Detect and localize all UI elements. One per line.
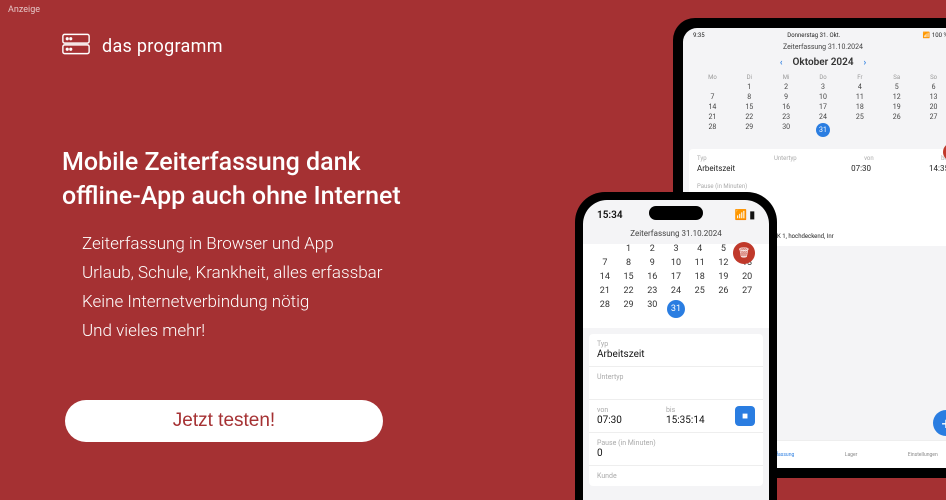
ad-container: Anzeige das programm Mobile Zeiterfassun…: [0, 0, 946, 500]
server-icon: [62, 32, 90, 60]
chevron-left-icon[interactable]: ‹: [780, 58, 783, 68]
phone-page-title: Zeiterfassung 31.10.2024: [583, 225, 769, 244]
feature-item: Zeiterfassung in Browser und App: [82, 230, 383, 259]
tablet-bis-value[interactable]: 14:35: [929, 164, 946, 173]
tablet-calendar[interactable]: MoDiMiDoFrSaSo 123456 78910111213 141516…: [683, 74, 946, 145]
nav-item[interactable]: Lager: [845, 452, 858, 458]
phone-entry-card: 🗑 Typ Arbeitszeit Untertyp von 07:30 bis…: [589, 334, 763, 486]
add-button[interactable]: +: [933, 410, 946, 436]
tablet-von-value[interactable]: 07:30: [851, 164, 871, 173]
tablet-status-bar: 9:35 Donnerstag 31. Okt. 📶 100 % ■: [683, 28, 946, 41]
nav-item[interactable]: Einstellungen: [908, 452, 938, 458]
phone-bis-value[interactable]: 15:35:14: [666, 415, 715, 426]
tablet-status-time: 9:35: [693, 32, 705, 39]
phone-clock: 15:34: [597, 210, 623, 221]
phone-mockup: 15:34 📶 ▮ Zeiterfassung 31.10.2024 12345…: [575, 192, 777, 500]
phone-status-icons: 📶 ▮: [735, 210, 755, 221]
ad-label: Anzeige: [8, 5, 40, 15]
brand: das programm: [62, 32, 223, 60]
phone-typ-value[interactable]: Arbeitszeit: [597, 349, 755, 360]
phone-pause-value[interactable]: 0: [597, 448, 755, 459]
headline: Mobile Zeiterfassung dank offline-App au…: [62, 146, 401, 214]
feature-item: Urlaub, Schule, Krankheit, alles erfassb…: [82, 259, 383, 288]
phone-notch: [649, 206, 703, 220]
tablet-page-title: Zeiterfassung 31.10.2024: [683, 41, 946, 55]
phone-selected-day[interactable]: 31: [667, 300, 685, 318]
tablet-month-label: Oktober 2024: [793, 57, 854, 68]
headline-line2: offline-App auch ohne Internet: [62, 180, 401, 214]
tablet-status-date: Donnerstag 31. Okt.: [787, 32, 840, 39]
phone-screen: 15:34 📶 ▮ Zeiterfassung 31.10.2024 12345…: [583, 200, 769, 500]
now-button[interactable]: ■: [735, 406, 755, 426]
feature-item: Keine Internetverbindung nötig: [82, 288, 383, 317]
trash-icon[interactable]: 🗑: [733, 242, 755, 264]
tablet-month-header: ‹ Oktober 2024 ›: [683, 55, 946, 74]
feature-list: Zeiterfassung in Browser und App Urlaub,…: [82, 230, 383, 346]
brand-text: das programm: [102, 36, 223, 57]
tablet-status-battery: 📶 100 % ■: [923, 32, 946, 39]
phone-von-value[interactable]: 07:30: [597, 415, 646, 426]
cta-button[interactable]: Jetzt testen!: [65, 400, 383, 442]
tablet-selected-day[interactable]: 31: [816, 123, 830, 137]
feature-item: Und vieles mehr!: [82, 317, 383, 346]
tablet-typ-value[interactable]: Arbeitszeit: [697, 164, 735, 173]
chevron-right-icon[interactable]: ›: [864, 58, 867, 68]
headline-line1: Mobile Zeiterfassung dank: [62, 146, 401, 180]
